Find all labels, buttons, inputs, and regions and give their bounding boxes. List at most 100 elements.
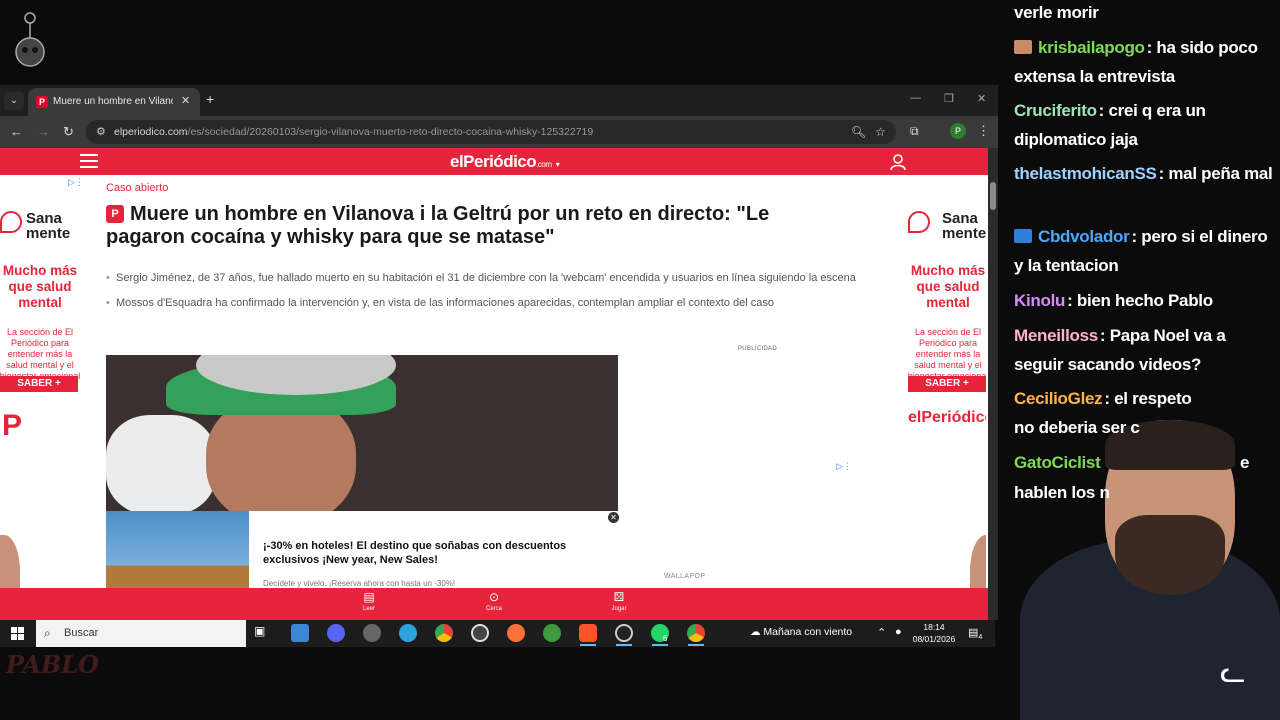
url-path: /es/sociedad/20260103/sergio-vilanova-mu…: [187, 126, 594, 138]
new-tab-button[interactable]: +: [206, 91, 214, 107]
url-text[interactable]: elperiodico.com/es/sociedad/20260103/ser…: [114, 126, 593, 138]
active-app-indicator: [652, 644, 668, 646]
nav-jugar[interactable]: ⚄ Jugar: [599, 590, 639, 612]
site-logo[interactable]: elPeriódico.com ▾: [450, 152, 560, 172]
back-icon[interactable]: ←: [10, 124, 23, 139]
whatsapp-badge: 6: [663, 634, 668, 643]
chat-message: Kinolu: bien hecho Pablo: [1014, 286, 1278, 315]
summary-bullet: Mossos d'Esquadra ha confirmado la inter…: [106, 294, 866, 312]
article-kicker[interactable]: Caso abierto: [106, 182, 168, 194]
adchoices-icon[interactable]: ▷⋮: [836, 461, 852, 472]
clock-date: 08/01/2026: [912, 634, 956, 644]
windows-taskbar: ⌕ Buscar ▣ 6 ☁ Mañana con viento ⌃ ● 18:…: [0, 620, 995, 647]
ad-saber-button[interactable]: SABER +: [0, 376, 78, 392]
ad-body: La sección de El Periódico para entender…: [908, 327, 986, 381]
bookmark-star-icon[interactable]: ☆: [875, 125, 886, 139]
weather-text: Mañana con viento: [763, 626, 853, 638]
promo-image: [106, 511, 249, 589]
xbox-icon[interactable]: [543, 624, 561, 642]
chat-username[interactable]: Cruciferito: [1014, 101, 1097, 120]
extensions-icon[interactable]: ⧉: [910, 124, 919, 139]
ad-saber-button[interactable]: SABER +: [908, 376, 986, 392]
dice-icon: ⚄: [613, 590, 625, 604]
nav-leer[interactable]: ▤ Leer: [349, 590, 389, 612]
app-icon[interactable]: [363, 624, 381, 642]
close-window-icon[interactable]: ✕: [977, 92, 986, 105]
reload-icon[interactable]: ↻: [63, 124, 74, 140]
nav-cerca[interactable]: ⊙ Cerca: [474, 590, 514, 612]
left-side-ad[interactable]: ▷⋮ Sana mente Mucho más que salud mental …: [0, 175, 88, 620]
task-view-icon[interactable]: ▣: [254, 624, 272, 642]
windows-start-icon[interactable]: [11, 627, 24, 640]
media-player-icon[interactable]: [471, 624, 489, 642]
user-account-icon[interactable]: [889, 153, 907, 171]
stream-watermark-logo: PABLO: [6, 650, 99, 679]
tab-active[interactable]: P Muere un hombre en Vilanova i ✕: [28, 88, 200, 116]
chrome-icon[interactable]: [687, 624, 705, 642]
webpage: elPeriódico.com ▾ ▷⋮ Sana mente Mucho más…: [0, 148, 988, 620]
telegram-icon[interactable]: [399, 624, 417, 642]
chat-username[interactable]: Cbdvolador: [1038, 227, 1130, 246]
brave-icon[interactable]: [579, 624, 597, 642]
weather-widget[interactable]: ☁ Mañana con viento: [750, 626, 852, 638]
taskbar-clock[interactable]: 18:14 08/01/2026: [912, 621, 956, 645]
chat-username[interactable]: Kinolu: [1014, 291, 1065, 310]
active-app-indicator: [616, 644, 632, 646]
tab-title: Muere un hombre en Vilanova i: [53, 96, 173, 107]
nav-label: Cerca: [485, 606, 502, 612]
chat-text: verle morir: [1014, 3, 1099, 22]
tab-bar: ⌄ P Muere un hombre en Vilanova i ✕ + — …: [0, 85, 998, 116]
whatsapp-icon[interactable]: 6: [651, 624, 669, 643]
site-info-icon[interactable]: ⚙: [96, 125, 106, 138]
close-tab-icon[interactable]: ✕: [181, 94, 190, 107]
browser-window: ⌄ P Muere un hombre en Vilanova i ✕ + — …: [0, 85, 998, 620]
forward-icon[interactable]: →: [37, 124, 50, 139]
page-scrollbar[interactable]: [988, 148, 998, 620]
bottom-nav: ▤ Leer ⊙ Cerca ⚄ Jugar: [0, 588, 988, 620]
adchoices-icon[interactable]: ▷⋮: [68, 177, 84, 188]
profile-avatar[interactable]: P: [950, 123, 966, 139]
microphone-icon[interactable]: ●: [895, 626, 902, 638]
chat-username[interactable]: GatoCiclist: [1014, 453, 1101, 472]
chat-username[interactable]: thelastmohicanSS: [1014, 164, 1157, 183]
promo-ad[interactable]: ¡-30% en hoteles! El destino que soñabas…: [106, 511, 619, 589]
active-app-indicator: [580, 644, 596, 646]
obs-icon[interactable]: [615, 624, 633, 642]
taskbar-search[interactable]: ⌕ Buscar: [36, 620, 246, 647]
ad-logo-short: P: [2, 409, 23, 442]
chat-username[interactable]: Meneilloss: [1014, 326, 1098, 345]
notifications-icon[interactable]: ▤4: [968, 626, 982, 641]
firefox-icon[interactable]: [507, 624, 525, 642]
discord-icon[interactable]: [327, 624, 345, 642]
chat-message: Cbdvolador: pero si el dinero y la tenta…: [1014, 222, 1278, 280]
close-ad-icon[interactable]: ✕: [608, 512, 619, 523]
zoom-search-icon[interactable]: 🔍︎: [851, 125, 866, 139]
chat-message: Meneilloss: Papa Noel va a seguir sacand…: [1014, 321, 1278, 379]
browser-menu-icon[interactable]: ⋮: [977, 123, 990, 139]
tab-search-button[interactable]: ⌄: [4, 92, 24, 110]
summary-bullet: Sergio Jiménez, de 37 años, fue hallado …: [106, 269, 866, 287]
chat-message: thelastmohicanSS: mal peña mal: [1014, 159, 1278, 188]
article-photo[interactable]: [106, 355, 618, 511]
chat-username[interactable]: krisbailapogo: [1038, 38, 1145, 57]
address-bar[interactable]: ⚙ elperiodico.com/es/sociedad/20260103/s…: [86, 120, 896, 144]
article: Caso abierto P Muere un hombre en Vilano…: [90, 175, 896, 620]
chrome-icon[interactable]: [435, 624, 453, 642]
minimize-icon[interactable]: —: [910, 92, 921, 104]
chat-message-cont: hablen los n: [1014, 478, 1124, 507]
hamburger-menu-icon[interactable]: [80, 154, 98, 168]
notifications-badge: 4: [978, 634, 983, 642]
clock-time: 18:14: [923, 622, 945, 632]
address-toolbar: ← → ↻ ⚙ elperiodico.com/es/sociedad/2026…: [0, 116, 998, 148]
scroll-thumb[interactable]: [990, 182, 996, 210]
right-side-ad[interactable]: Sana mente Mucho más que salud mental La …: [898, 175, 986, 620]
nav-label: Leer: [362, 606, 375, 612]
article-headline: Muere un hombre en Vilanova i la Geltrú …: [106, 203, 770, 248]
tray-chevron-up-icon[interactable]: ⌃: [877, 626, 886, 639]
promo-title[interactable]: ¡-30% en hoteles! El destino que soñabas…: [263, 539, 613, 567]
chat-message: CecilioGlez: el respeto no deberia ser c: [1014, 384, 1214, 442]
store-icon[interactable]: [291, 624, 309, 642]
restore-icon[interactable]: ❐: [944, 92, 954, 105]
chat-username[interactable]: CecilioGlez: [1014, 389, 1103, 408]
chat-message: verle morir: [1014, 0, 1278, 27]
